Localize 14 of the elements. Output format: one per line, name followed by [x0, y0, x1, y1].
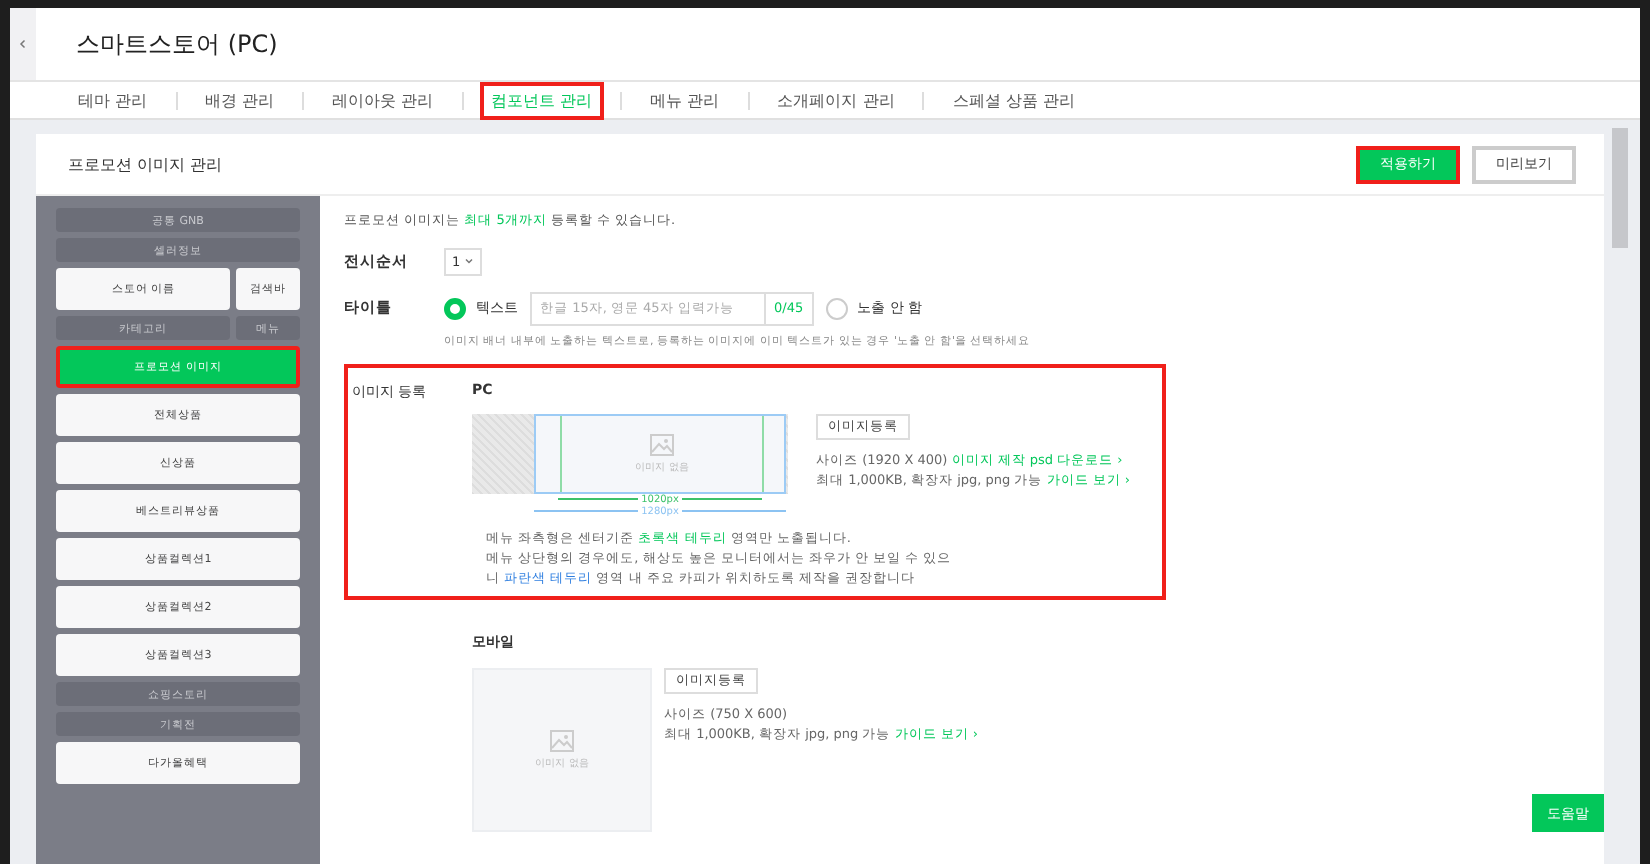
image-icon	[650, 433, 674, 456]
tab[interactable]: 스페셜 상품 관리	[940, 81, 1087, 119]
tab[interactable]: 메뉴 관리	[638, 81, 732, 119]
tab[interactable]: 테마 관리	[66, 81, 160, 119]
chevron-left-icon	[18, 38, 28, 50]
page-title: 스마트스토어 (PC)	[76, 27, 278, 61]
tab[interactable]: 소개페이지 관리	[765, 81, 907, 119]
caret-icon	[464, 255, 475, 266]
scrollbar[interactable]	[1612, 128, 1628, 248]
tab[interactable]: 배경 관리	[193, 81, 287, 119]
panel-title: 프로모션 이미지 관리	[68, 153, 225, 175]
back-button[interactable]	[10, 8, 36, 80]
image-icon	[550, 730, 574, 753]
tab[interactable]: 레이아웃 관리	[320, 81, 446, 119]
